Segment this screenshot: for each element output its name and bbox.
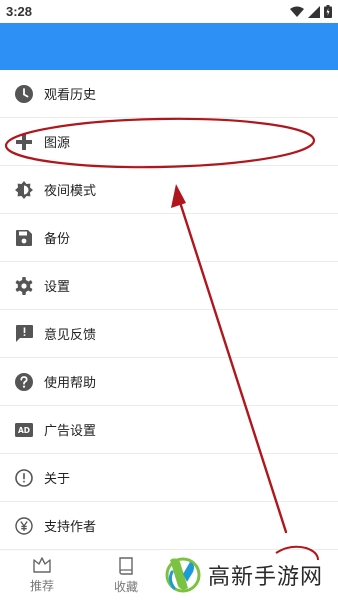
ad-icon: AD xyxy=(14,420,34,440)
menu-item-label: 备份 xyxy=(44,232,71,247)
menu-item-backup[interactable]: 备份 xyxy=(0,214,338,262)
menu-item-settings[interactable]: 设置 xyxy=(0,262,338,310)
menu-item-label: 关于 xyxy=(44,472,71,487)
watermark-text: 高新手游网 xyxy=(208,565,324,590)
menu-item-label: 设置 xyxy=(44,280,71,295)
wifi-icon xyxy=(290,6,304,17)
tab-label: 推荐 xyxy=(29,579,54,593)
app-bar xyxy=(0,23,338,70)
watermark: 高新手游网 xyxy=(160,550,338,600)
status-time: 3:28 xyxy=(6,4,33,19)
menu-item-source[interactable]: 图源 xyxy=(0,118,338,166)
menu-item-label: 图源 xyxy=(44,136,71,151)
save-icon xyxy=(14,228,34,248)
feedback-icon xyxy=(14,324,34,344)
status-icons xyxy=(290,5,332,18)
signal-icon xyxy=(308,5,320,18)
menu-item-label: 支持作者 xyxy=(44,520,97,535)
status-bar: 3:28 xyxy=(0,0,338,23)
svg-text:AD: AD xyxy=(18,426,30,435)
tab-favorites[interactable]: 收藏 xyxy=(84,551,168,600)
plus-icon xyxy=(14,132,34,152)
menu-item-history[interactable]: 观看历史 xyxy=(0,70,338,118)
gear-icon xyxy=(14,276,34,296)
menu-item-label: 广告设置 xyxy=(44,424,97,439)
drawer-menu: 观看历史 图源 夜间模式 备份 设置 意见反馈 使用帮助 AD 广告设置 关于 … xyxy=(0,70,338,550)
crown-icon xyxy=(33,557,51,573)
menu-item-feedback[interactable]: 意见反馈 xyxy=(0,310,338,358)
menu-item-label: 夜间模式 xyxy=(44,184,97,199)
clock-icon xyxy=(14,84,34,104)
info-icon xyxy=(14,468,34,488)
menu-item-label: 意见反馈 xyxy=(44,328,97,343)
menu-item-support-author[interactable]: 支持作者 xyxy=(0,502,338,550)
menu-item-about[interactable]: 关于 xyxy=(0,454,338,502)
menu-item-night-mode[interactable]: 夜间模式 xyxy=(0,166,338,214)
menu-item-label: 观看历史 xyxy=(44,88,97,103)
battery-icon xyxy=(324,5,332,18)
tab-recommend[interactable]: 推荐 xyxy=(0,551,84,600)
watermark-logo-icon xyxy=(165,557,201,593)
menu-item-label: 使用帮助 xyxy=(44,376,97,391)
menu-item-help[interactable]: 使用帮助 xyxy=(0,358,338,406)
menu-item-ad-settings[interactable]: AD 广告设置 xyxy=(0,406,338,454)
help-icon xyxy=(14,372,34,392)
tab-label: 收藏 xyxy=(113,579,138,594)
brightness-icon xyxy=(14,180,34,200)
book-icon xyxy=(119,556,133,575)
yen-icon xyxy=(14,516,34,536)
screen: 3:28 观看历史 图源 夜间模式 备份 设置 意见反馈 使用帮助 AD 广告设… xyxy=(0,0,338,600)
